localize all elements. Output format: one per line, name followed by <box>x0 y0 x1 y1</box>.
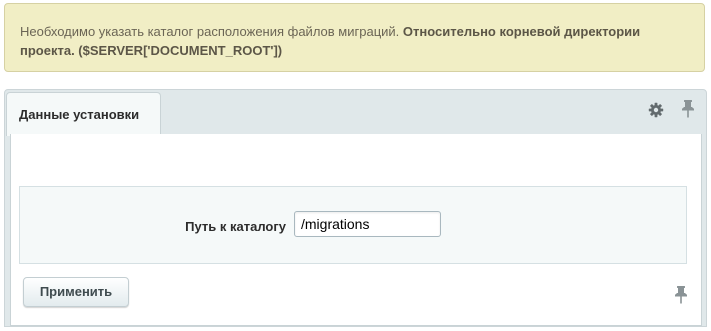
migration-notice: Необходимо указать каталог расположения … <box>4 3 705 72</box>
pin-icon[interactable] <box>674 286 688 304</box>
tab-installation-data[interactable]: Данные установки <box>6 92 161 136</box>
notice-text: Необходимо указать каталог расположения … <box>20 24 403 39</box>
settings-panel: Данные установки Путь к каталогу /migrat… <box>4 89 707 327</box>
pin-icon[interactable] <box>681 100 695 118</box>
tab-content: Путь к каталогу Применить <box>10 134 702 326</box>
path-label: Путь к каталогу <box>185 219 286 234</box>
gear-icon[interactable] <box>648 102 664 118</box>
path-form: Путь к каталогу <box>19 186 687 264</box>
path-input[interactable] <box>294 211 441 237</box>
apply-button[interactable]: Применить <box>23 277 129 307</box>
